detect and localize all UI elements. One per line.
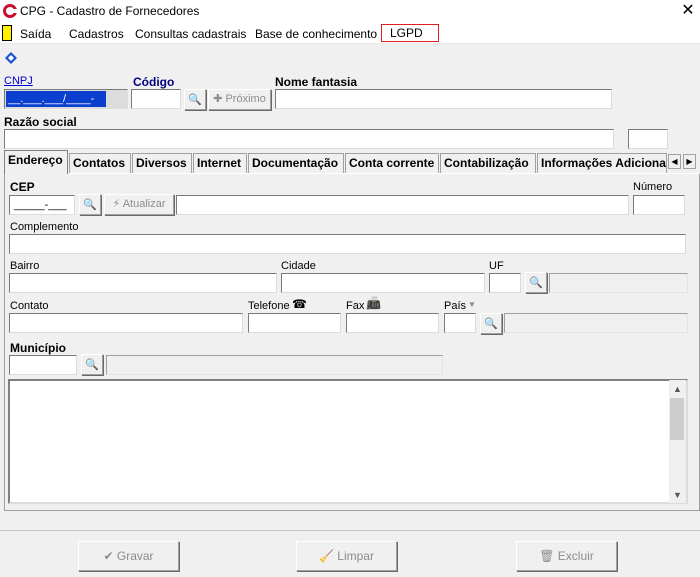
pais-down-arrow-icon: ▼ [468, 300, 476, 309]
telefone-input[interactable] [248, 313, 341, 333]
cidade-label: Cidade [281, 260, 316, 272]
scroll-down-icon[interactable]: ▼ [669, 487, 686, 503]
codigo-input[interactable] [131, 89, 181, 109]
binoculars-icon: 🔍 [188, 94, 202, 106]
exit-door-icon [2, 25, 12, 41]
app-logo-icon [3, 4, 17, 18]
title-bar: CPG - Cadastro de Fornecedores ✕ [0, 0, 700, 23]
codigo-label: Código [133, 75, 175, 89]
tab-conta-corrente[interactable]: Conta corrente [345, 153, 439, 173]
scroll-up-icon[interactable]: ▲ [669, 381, 686, 397]
uf-input[interactable] [489, 273, 521, 293]
tab-scroll-right-icon[interactable]: ▶ [683, 154, 696, 169]
fax-input[interactable] [346, 313, 439, 333]
menu-cadastros[interactable]: Cadastros [67, 26, 126, 42]
menu-base-de-conhecimento[interactable]: Base de conhecimento [253, 26, 379, 42]
toolbar-diamond-icon[interactable] [4, 51, 18, 65]
tab-scroll-left-icon[interactable]: ◀ [668, 154, 681, 169]
gravar-label: Gravar [116, 549, 154, 563]
observacoes-textarea[interactable] [8, 379, 688, 504]
cnpj-input[interactable]: __.___.___/____-__ [6, 91, 106, 121]
binoculars-icon: 🔍 [529, 277, 543, 289]
nome-fantasia-input[interactable] [275, 89, 612, 109]
cidade-input[interactable] [281, 273, 485, 293]
tab-contabilizacao[interactable]: Contabilização [440, 153, 536, 173]
checkmark-icon: ✔ [103, 549, 114, 563]
broom-icon: 🧹 [319, 549, 334, 563]
tab-diversos[interactable]: Diversos [132, 153, 192, 173]
excluir-label: Excluir [557, 549, 594, 563]
excluir-button[interactable]: 🗑 Excluir [516, 541, 617, 571]
telefone-label: Telefone [248, 300, 290, 312]
complemento-label: Complemento [10, 221, 79, 233]
fax-label: Fax [346, 300, 365, 312]
uf-label: UF [489, 260, 504, 272]
numero-input[interactable] [633, 195, 685, 215]
trash-icon: 🗑 [539, 549, 555, 563]
uf-search-button[interactable]: 🔍 [525, 272, 547, 293]
atualizar-button[interactable]: ⚡ Atualizar [104, 194, 174, 215]
close-icon[interactable]: ✕ [676, 0, 700, 23]
logradouro-input[interactable] [176, 195, 629, 215]
fax-icon: 📠 [366, 296, 381, 310]
binoculars-icon: 🔍 [484, 318, 498, 330]
menu-lgpd[interactable]: LGPD [381, 24, 439, 42]
telephone-icon: ☎ [292, 297, 307, 311]
binoculars-icon: 🔍 [85, 359, 99, 371]
atualizar-label: Atualizar [122, 198, 166, 210]
tab-endereco[interactable]: Endereço [4, 150, 68, 174]
cep-search-button[interactable]: 🔍 [79, 194, 101, 215]
proximo-label: Próximo [225, 93, 266, 105]
tab-informacoes-adicionais[interactable]: Informações Adiciona [537, 153, 667, 173]
municipio-label: Município [10, 341, 66, 355]
limpar-label: Limpar [337, 549, 374, 563]
memo-scroll-thumb[interactable] [670, 398, 684, 440]
tab-internet[interactable]: Internet [193, 153, 247, 173]
uf-description-field [549, 273, 688, 293]
proximo-button[interactable]: ✚ Próximo [208, 89, 271, 110]
razao-social-label: Razão social [4, 115, 77, 129]
municipio-input[interactable] [9, 355, 77, 375]
cep-input[interactable]: _____-___ [9, 195, 75, 215]
codigo-search-button[interactable]: 🔍 [184, 89, 206, 110]
binoculars-icon: 🔍 [83, 199, 97, 211]
cnpj-field-frame: __.___.___/____-__ [4, 89, 128, 121]
bairro-label: Bairro [10, 260, 40, 272]
nome-fantasia-label: Nome fantasia [275, 75, 358, 89]
numero-label: Número [633, 181, 673, 193]
razao-social-extra-input[interactable] [628, 129, 668, 149]
pais-search-button[interactable]: 🔍 [480, 313, 502, 334]
contato-label: Contato [10, 300, 49, 312]
menu-saida[interactable]: Saída [18, 26, 53, 42]
contato-input[interactable] [9, 313, 243, 333]
municipio-search-button[interactable]: 🔍 [81, 354, 103, 375]
window-title: CPG - Cadastro de Fornecedores [20, 4, 200, 18]
pais-label: País [444, 300, 467, 312]
menu-bar: Saída Cadastros Consultas cadastrais Bas… [0, 23, 700, 44]
pais-input[interactable] [444, 313, 476, 333]
bairro-input[interactable] [9, 273, 277, 293]
tab-documentacao[interactable]: Documentação [248, 153, 344, 173]
cep-label: CEP [10, 180, 35, 194]
plus-icon: ✚ [213, 93, 223, 105]
razao-social-input[interactable] [4, 129, 614, 149]
limpar-button[interactable]: 🧹 Limpar [296, 541, 397, 571]
pais-description-field [504, 313, 688, 333]
municipio-description-field [106, 355, 443, 375]
lightning-icon: ⚡ [112, 198, 121, 210]
gravar-button[interactable]: ✔ Gravar [78, 541, 179, 571]
complemento-input[interactable] [9, 234, 686, 254]
cnpj-label[interactable]: CNPJ [4, 75, 33, 87]
tab-contatos[interactable]: Contatos [69, 153, 131, 173]
menu-consultas-cadastrais[interactable]: Consultas cadastrais [133, 26, 248, 42]
